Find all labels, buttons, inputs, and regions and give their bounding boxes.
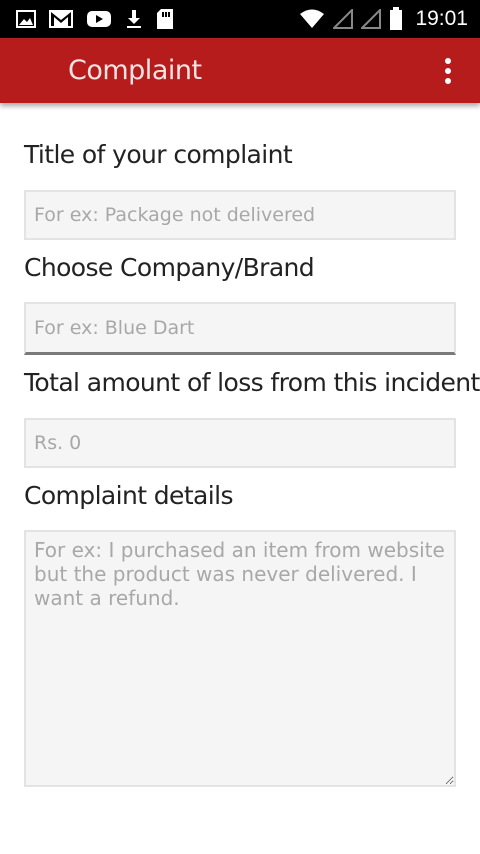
- title-label: Title of your complaint: [24, 140, 293, 169]
- page-title: Complaint: [68, 55, 202, 86]
- status-time: 19:01: [415, 7, 468, 30]
- battery-icon: [389, 7, 403, 31]
- loss-label: Total amount of loss from this incident: [24, 368, 480, 397]
- app-bar: Complaint: [0, 38, 480, 103]
- sd-card-icon: [156, 8, 174, 30]
- gmail-icon: [48, 8, 74, 30]
- wifi-icon: [299, 9, 325, 29]
- company-input[interactable]: [24, 302, 456, 355]
- signal-icon: [333, 9, 354, 29]
- title-input[interactable]: [24, 190, 456, 240]
- youtube-icon: [86, 9, 112, 29]
- image-icon: [16, 9, 36, 29]
- status-bar: 19:01: [0, 0, 480, 38]
- details-label: Complaint details: [24, 481, 233, 510]
- overflow-menu-icon[interactable]: [444, 58, 452, 84]
- download-icon: [124, 8, 144, 30]
- complaint-details-textarea[interactable]: [24, 530, 456, 787]
- loss-amount-input[interactable]: [24, 418, 456, 468]
- signal-icon: [361, 9, 382, 29]
- company-label: Choose Company/Brand: [24, 253, 315, 282]
